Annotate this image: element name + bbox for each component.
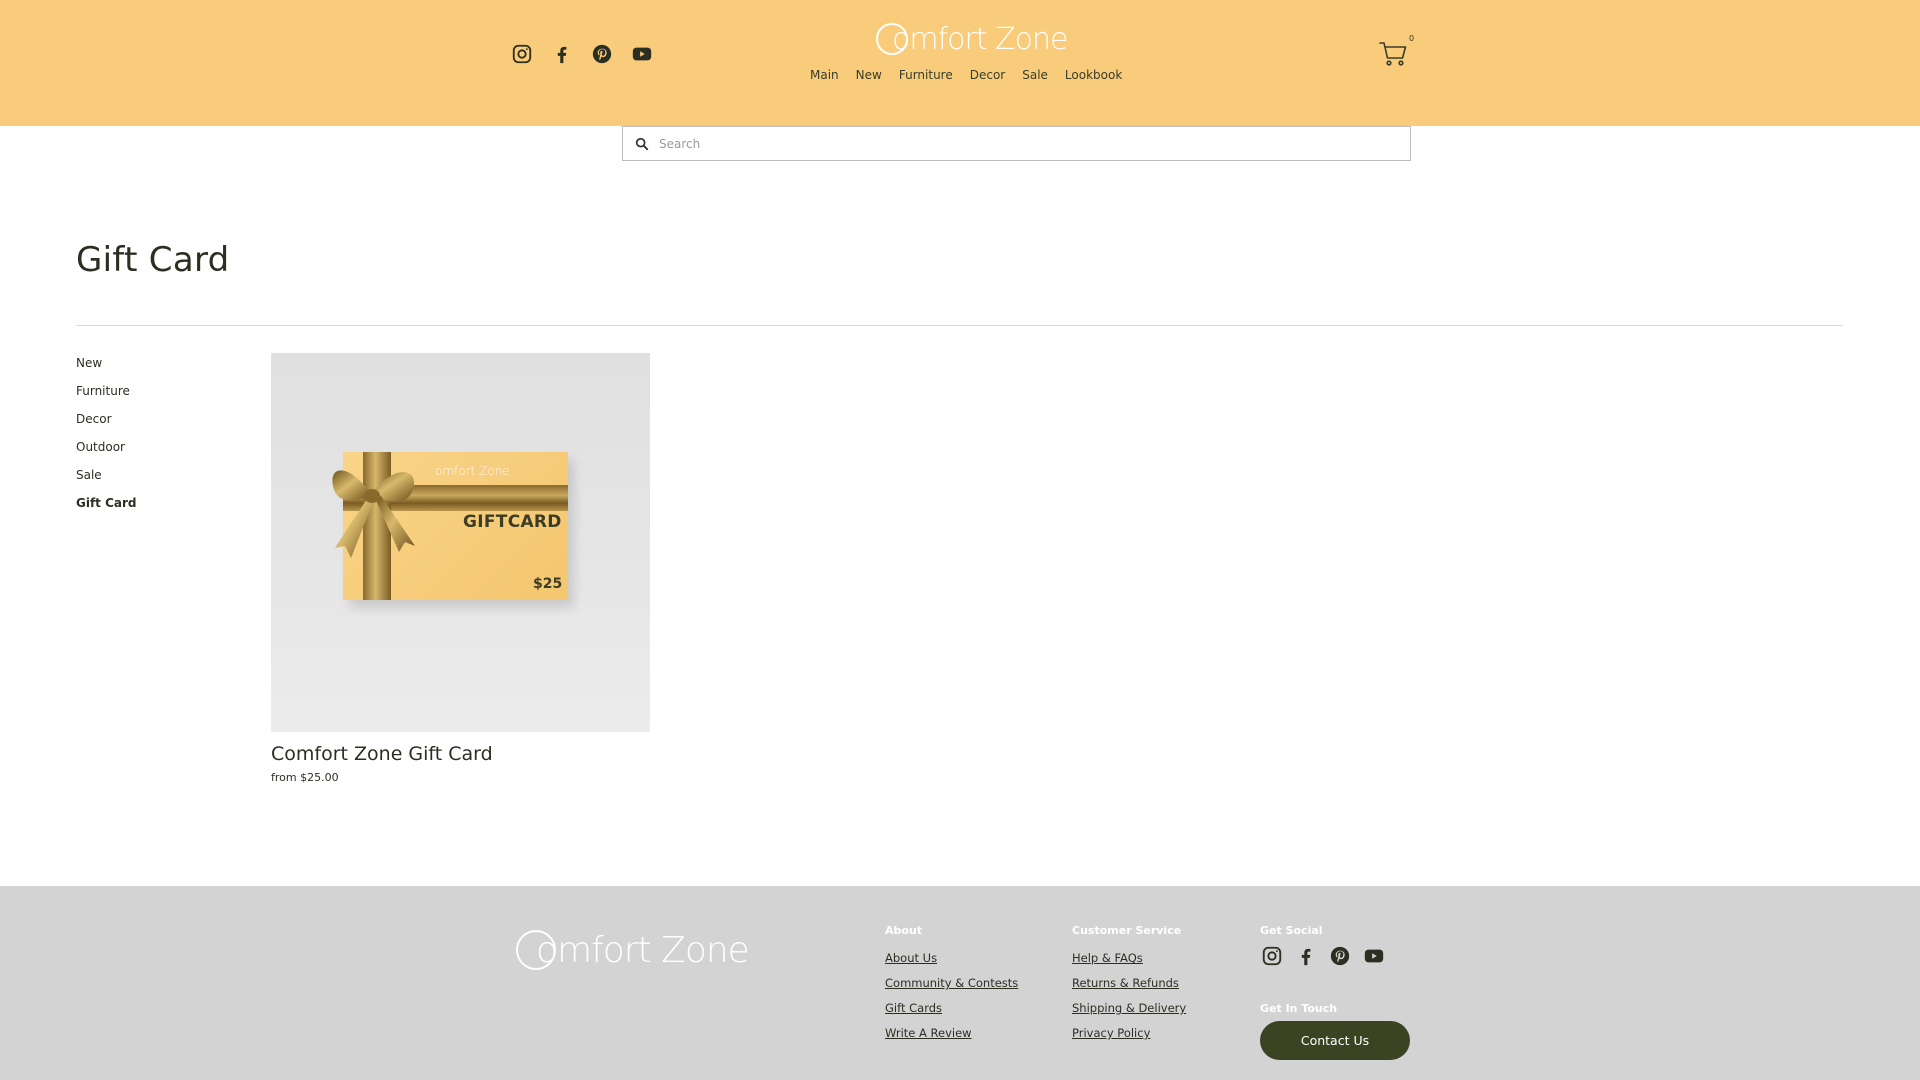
main-nav: Main New Furniture Decor Sale Lookbook [810,68,1122,82]
product-card: omfort Zone GIFTCARD $25 Comfort Zone Gi… [271,353,650,784]
footer-touch-heading: Get In Touch [1260,1002,1338,1015]
cart-icon[interactable] [1378,38,1410,68]
category-item-new[interactable]: New [76,353,137,381]
footer-link-returns[interactable]: Returns & Refunds [1072,976,1186,990]
nav-furniture[interactable]: Furniture [899,68,953,82]
contact-us-button[interactable]: Contact Us [1260,1021,1410,1060]
pinterest-icon[interactable] [590,42,614,66]
footer-link-about-us[interactable]: About Us [885,951,1018,965]
gift-card-logo: omfort Zone [435,464,510,478]
logo-text: omfort Zone [892,22,1069,57]
product-name[interactable]: Comfort Zone Gift Card [271,743,650,765]
facebook-icon[interactable] [550,42,574,66]
footer-service-column: Customer Service Help & FAQs Returns & R… [1072,924,1186,1051]
page-title: Gift Card [76,240,230,280]
footer-link-write-review[interactable]: Write A Review [885,1026,1018,1040]
site-footer: omfort Zone About About Us Community & C… [0,886,1920,1080]
category-item-gift-card[interactable]: Gift Card [76,493,137,521]
search-input[interactable] [659,127,1410,160]
ribbon-bow-icon [332,470,415,558]
product-image[interactable]: omfort Zone GIFTCARD $25 [271,353,650,732]
nav-sale[interactable]: Sale [1022,68,1048,82]
facebook-icon[interactable] [1294,944,1318,968]
header-social-links [510,42,670,66]
cart-count: 0 [1409,34,1415,43]
search-bar [622,126,1411,161]
gift-card-title: GIFTCARD [463,512,562,532]
footer-service-heading: Customer Service [1072,924,1182,937]
footer-link-shipping[interactable]: Shipping & Delivery [1072,1001,1186,1015]
instagram-icon[interactable] [1260,944,1284,968]
product-price: from $25.00 [271,771,339,784]
nav-new[interactable]: New [856,68,882,82]
footer-link-community[interactable]: Community & Contests [885,976,1018,990]
nav-decor[interactable]: Decor [970,68,1006,82]
category-list: New Furniture Decor Outdoor Sale Gift Ca… [76,353,137,521]
nav-main[interactable]: Main [810,68,839,82]
footer-link-help[interactable]: Help & FAQs [1072,951,1186,965]
footer-social-links [1260,944,1396,968]
footer-logo-text: omfort Zone [536,930,750,971]
footer-link-privacy[interactable]: Privacy Policy [1072,1026,1186,1040]
footer-logo[interactable]: omfort Zone [516,930,750,971]
pinterest-icon[interactable] [1328,944,1352,968]
title-divider [76,325,1843,326]
youtube-icon[interactable] [1362,944,1386,968]
instagram-icon[interactable] [510,42,534,66]
category-item-decor[interactable]: Decor [76,409,137,437]
search-icon [635,137,649,150]
youtube-icon[interactable] [630,42,654,66]
nav-lookbook[interactable]: Lookbook [1065,68,1122,82]
gift-card-graphic: omfort Zone GIFTCARD $25 [332,452,568,600]
gift-card-price: $25 [533,576,563,592]
category-item-outdoor[interactable]: Outdoor [76,437,137,465]
site-header: omfort Zone Main New Furniture Decor Sal… [0,0,1920,126]
category-item-sale[interactable]: Sale [76,465,137,493]
footer-about-heading: About [885,924,923,937]
footer-link-gift-cards[interactable]: Gift Cards [885,1001,1018,1015]
category-item-furniture[interactable]: Furniture [76,381,137,409]
footer-social-heading: Get Social [1260,924,1323,937]
footer-about-column: About About Us Community & Contests Gift… [885,924,1018,1051]
brand-logo[interactable]: omfort Zone [876,22,1069,57]
